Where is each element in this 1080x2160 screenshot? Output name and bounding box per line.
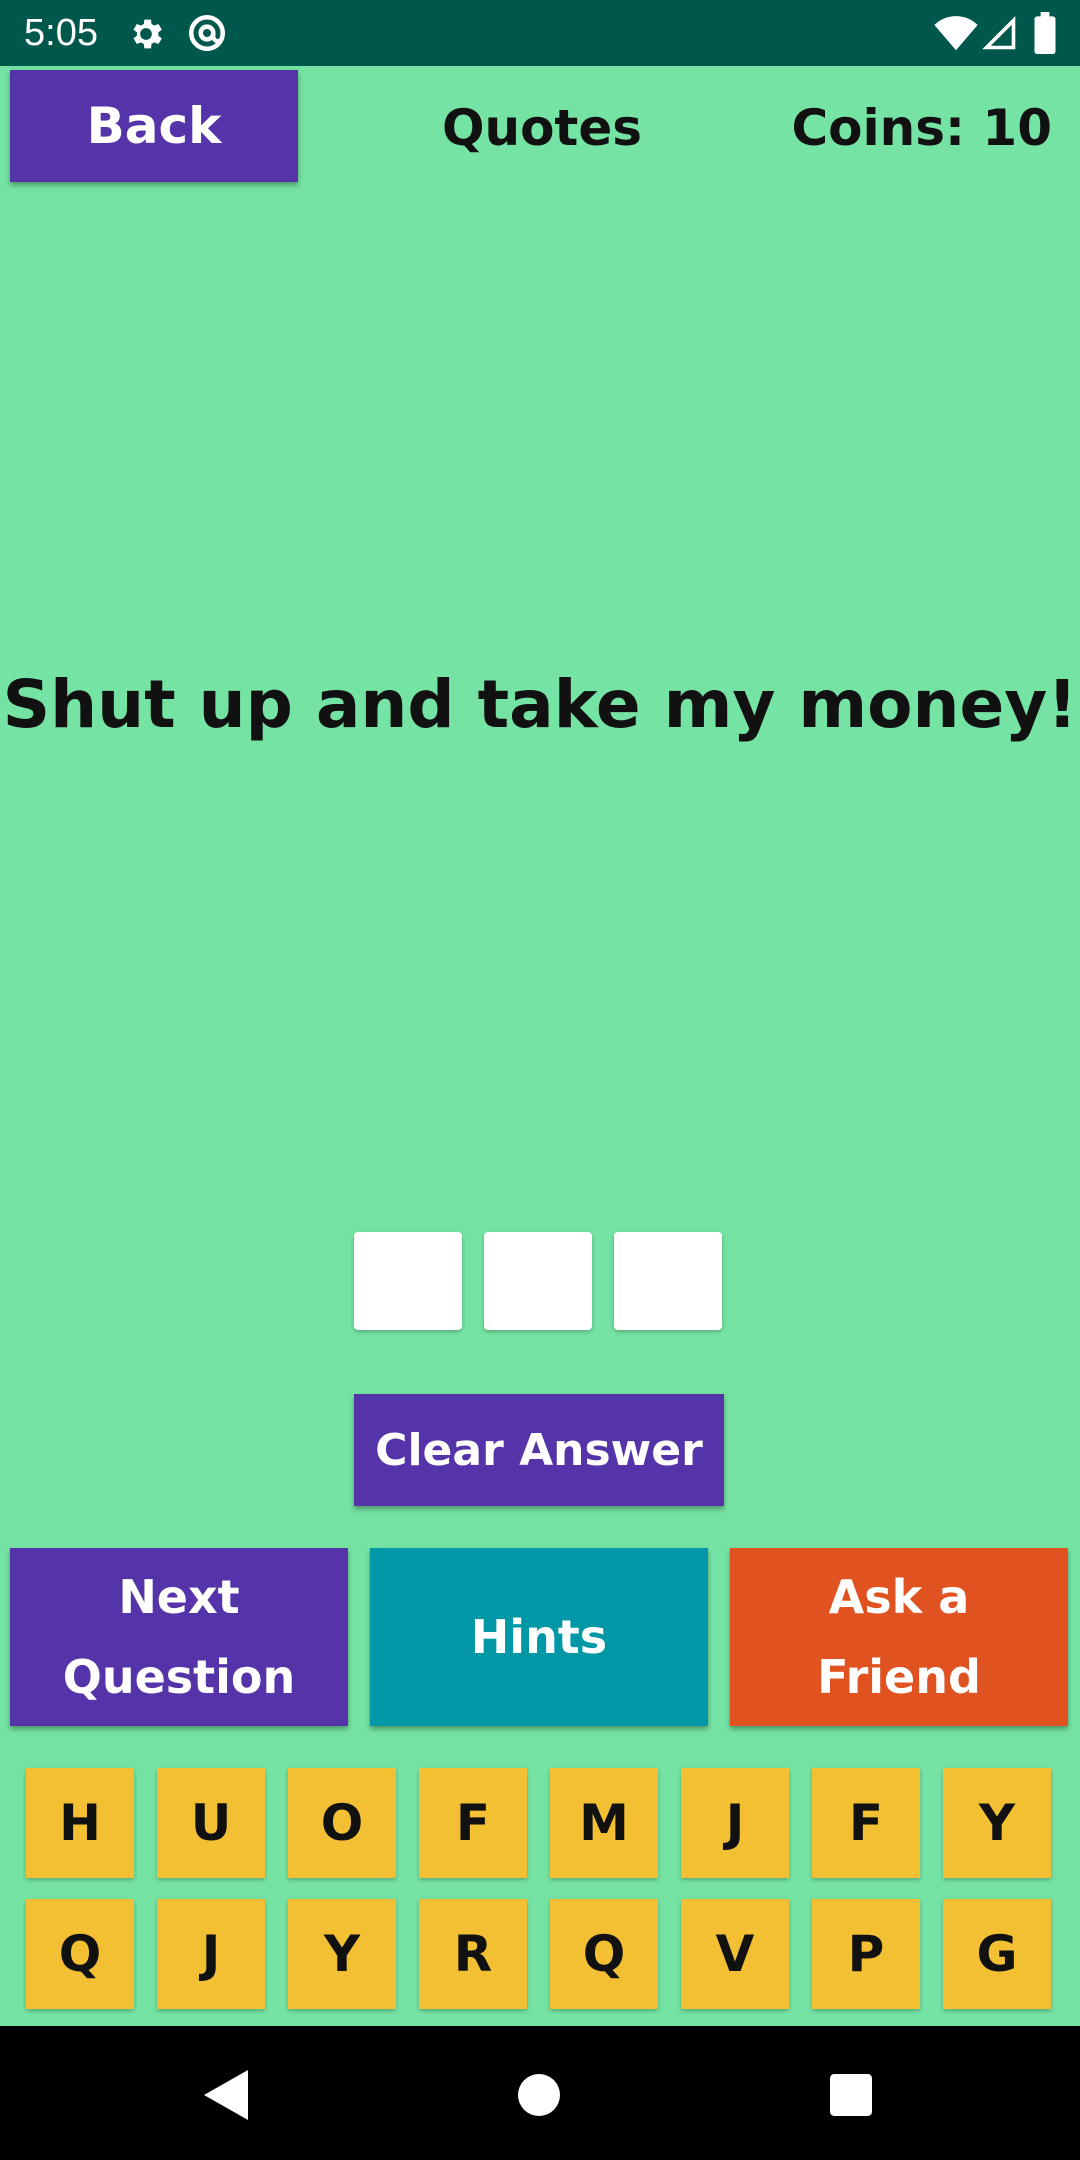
answer-slot[interactable]: [354, 1232, 462, 1330]
battery-icon: [1034, 12, 1056, 54]
letter-key[interactable]: J: [681, 1768, 789, 1878]
letter-key[interactable]: O: [288, 1768, 396, 1878]
at-sign-icon: [188, 14, 226, 52]
letter-key[interactable]: G: [943, 1899, 1051, 2009]
letter-key[interactable]: J: [157, 1899, 265, 2009]
recent-apps-square-icon[interactable]: [830, 2074, 872, 2116]
answer-slot[interactable]: [614, 1232, 722, 1330]
hints-button[interactable]: Hints: [370, 1548, 708, 1726]
next-question-button[interactable]: Next Question: [10, 1548, 348, 1726]
letter-key[interactable]: P: [812, 1899, 920, 2009]
status-bar: 5:05: [0, 0, 1080, 66]
navigation-bar: [0, 2026, 1080, 2160]
quote-text: Shut up and take my money!: [2, 666, 1078, 743]
letter-key[interactable]: V: [681, 1899, 789, 2009]
letter-key[interactable]: U: [157, 1768, 265, 1878]
letter-key[interactable]: F: [812, 1768, 920, 1878]
page-title: Quotes: [441, 99, 643, 157]
letter-key[interactable]: Y: [288, 1899, 396, 2009]
letter-key[interactable]: Q: [550, 1899, 658, 2009]
letter-key[interactable]: M: [550, 1768, 658, 1878]
ask-a-friend-button[interactable]: Ask a Friend: [730, 1548, 1068, 1726]
coins-counter: Coins: 10: [791, 99, 1052, 157]
letter-key[interactable]: H: [26, 1768, 134, 1878]
answer-slot[interactable]: [484, 1232, 592, 1330]
letter-key[interactable]: F: [419, 1768, 527, 1878]
clear-answer-button[interactable]: Clear Answer: [354, 1394, 724, 1506]
gear-icon: [133, 19, 162, 49]
home-circle-icon[interactable]: [518, 2074, 560, 2116]
answer-slots: [354, 1232, 722, 1330]
letter-key[interactable]: R: [419, 1899, 527, 2009]
letter-key[interactable]: Q: [26, 1899, 134, 2009]
signal-icon: [982, 16, 1016, 50]
letter-keyboard: H U O F M J F Y Q J Y R Q V P G: [26, 1768, 1054, 2009]
back-button[interactable]: Back: [10, 70, 298, 182]
back-triangle-icon[interactable]: [204, 2070, 248, 2120]
letter-key[interactable]: Y: [943, 1768, 1051, 1878]
status-time: 5:05: [24, 12, 98, 54]
wifi-icon: [934, 16, 978, 51]
